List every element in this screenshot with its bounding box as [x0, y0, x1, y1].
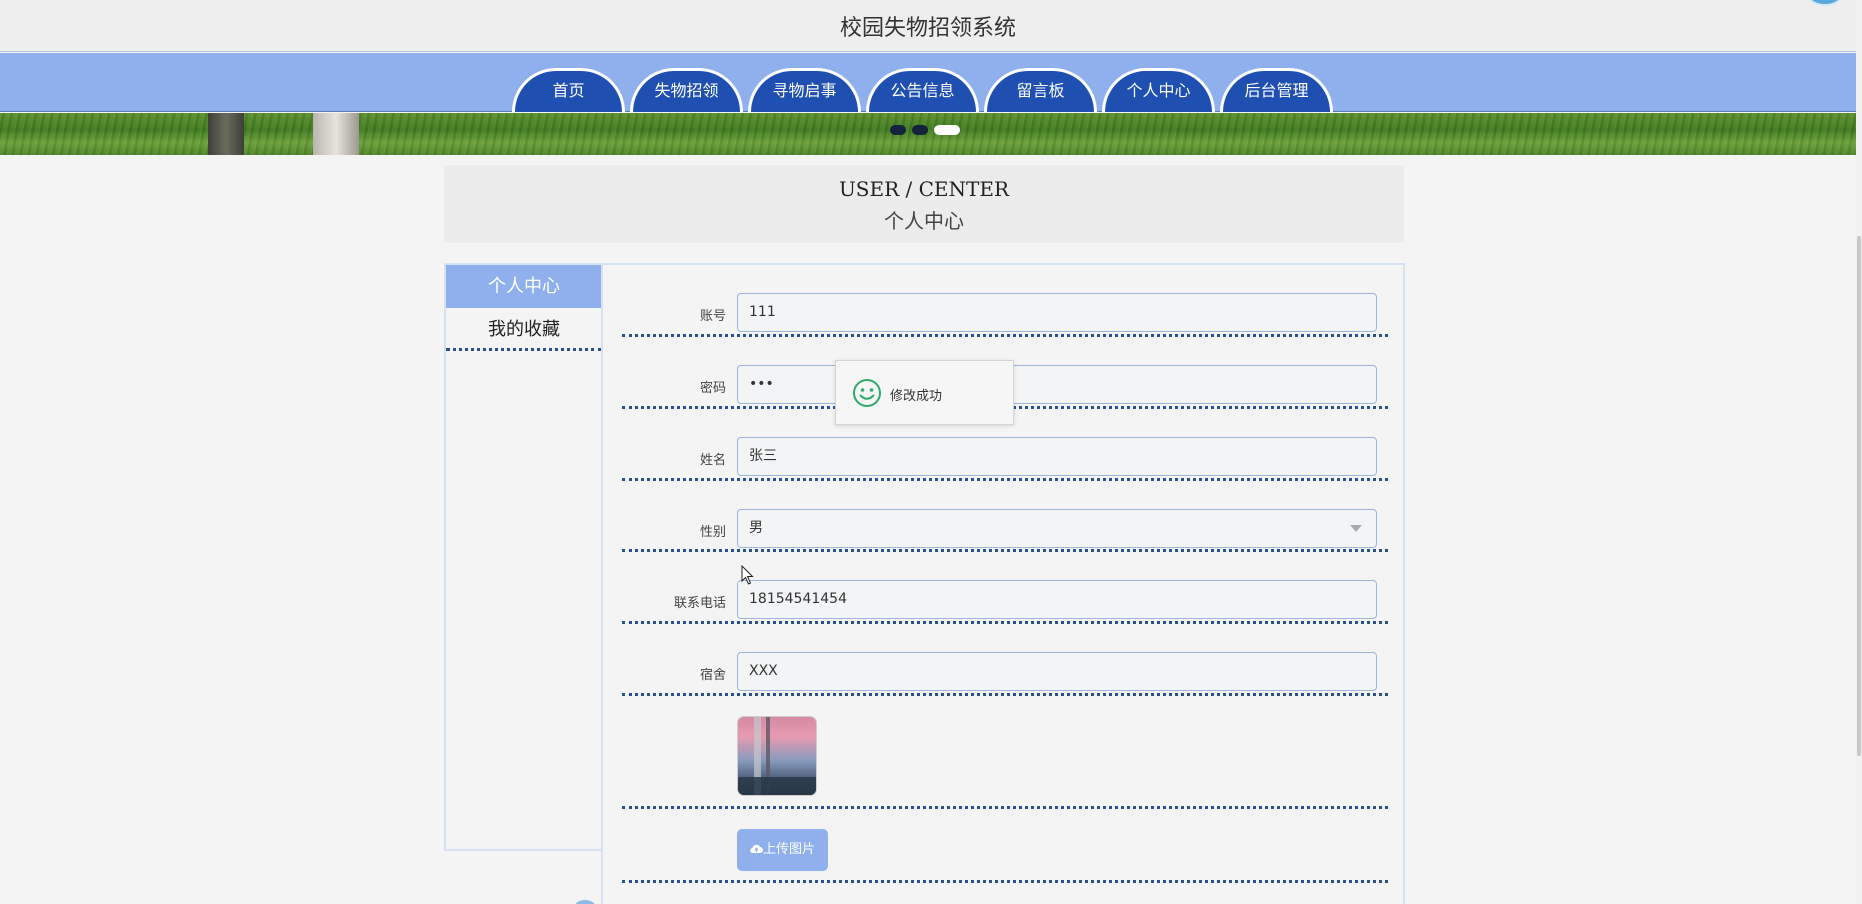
- carousel-dot-2[interactable]: [912, 125, 928, 135]
- banner-post-light: [313, 113, 359, 155]
- name-input[interactable]: 张三: [737, 437, 1377, 476]
- account-input[interactable]: 111: [737, 293, 1377, 332]
- cloud-upload-icon: [750, 844, 763, 854]
- password-input[interactable]: •••: [737, 365, 1377, 404]
- upload-label: 上传图片: [762, 842, 815, 857]
- nav-tabs: 首页 失物招领 寻物启事 公告信息 留言板 个人中心 后台管理: [512, 68, 1338, 112]
- nav-tab-home[interactable]: 首页: [512, 68, 625, 112]
- user-sidebar: 个人中心 我的收藏: [444, 263, 602, 851]
- form-row-dorm: 宿舍 XXX: [622, 624, 1388, 696]
- form-row-gender: 性别 男: [622, 481, 1388, 552]
- nav-tab-announcements[interactable]: 公告信息: [866, 68, 979, 112]
- page-scrollbar[interactable]: [1856, 0, 1862, 904]
- upload-image-button[interactable]: 上传图片: [737, 829, 828, 871]
- banner-carousel: [0, 113, 1856, 155]
- gender-label: 性别: [699, 525, 726, 540]
- mouse-cursor-icon: [741, 565, 754, 585]
- nav-tab-lost-found[interactable]: 失物招领: [630, 68, 743, 112]
- toast-message: 修改成功: [890, 389, 943, 404]
- smile-icon: [853, 379, 881, 407]
- section-title-en: USER / CENTER: [838, 177, 1010, 201]
- form-row-upload: 上传图片: [622, 809, 1388, 883]
- scrollbar-thumb[interactable]: [1857, 236, 1861, 756]
- section-header: USER / CENTER 个人中心: [444, 165, 1404, 243]
- name-label: 姓名: [699, 453, 726, 468]
- form-row-phone: 联系电话 18154541454: [622, 552, 1388, 624]
- carousel-dot-1[interactable]: [890, 125, 906, 135]
- nav-tab-admin[interactable]: 后台管理: [1220, 68, 1333, 112]
- nav-tab-user-center[interactable]: 个人中心: [1102, 68, 1215, 112]
- site-title: 校园失物招领系统: [839, 16, 1016, 41]
- section-title-zh: 个人中心: [884, 209, 964, 233]
- account-label: 账号: [699, 309, 726, 324]
- nav-tab-message-board[interactable]: 留言板: [984, 68, 1097, 112]
- phone-input[interactable]: 18154541454: [737, 580, 1377, 619]
- carousel-indicators: [890, 125, 960, 135]
- dorm-input[interactable]: XXX: [737, 652, 1377, 691]
- carousel-dot-3[interactable]: [934, 125, 960, 135]
- gender-select[interactable]: 男: [737, 509, 1377, 548]
- banner-post-dark: [208, 113, 244, 155]
- sidebar-item-favorites[interactable]: 我的收藏: [446, 308, 602, 351]
- nav-bar: 首页 失物招领 寻物启事 公告信息 留言板 个人中心 后台管理: [0, 53, 1856, 112]
- user-avatar-badge[interactable]: [1808, 0, 1842, 6]
- gender-selected-value: 男: [749, 520, 763, 536]
- form-row-account: 账号 111: [622, 293, 1388, 337]
- sidebar-item-user-center[interactable]: 个人中心: [446, 265, 602, 308]
- success-toast: 修改成功: [835, 360, 1014, 425]
- phone-label: 联系电话: [673, 596, 726, 611]
- floating-helper-icon[interactable]: [575, 900, 595, 904]
- form-row-avatar: [622, 696, 1388, 809]
- chevron-down-icon: [1350, 525, 1362, 532]
- avatar-ground: [738, 777, 816, 795]
- top-header: 校园失物招领系统: [0, 0, 1856, 52]
- password-label: 密码: [699, 381, 726, 396]
- dorm-label: 宿舍: [699, 668, 726, 683]
- nav-tab-lost-notice[interactable]: 寻物启事: [748, 68, 861, 112]
- avatar-image[interactable]: [737, 716, 817, 796]
